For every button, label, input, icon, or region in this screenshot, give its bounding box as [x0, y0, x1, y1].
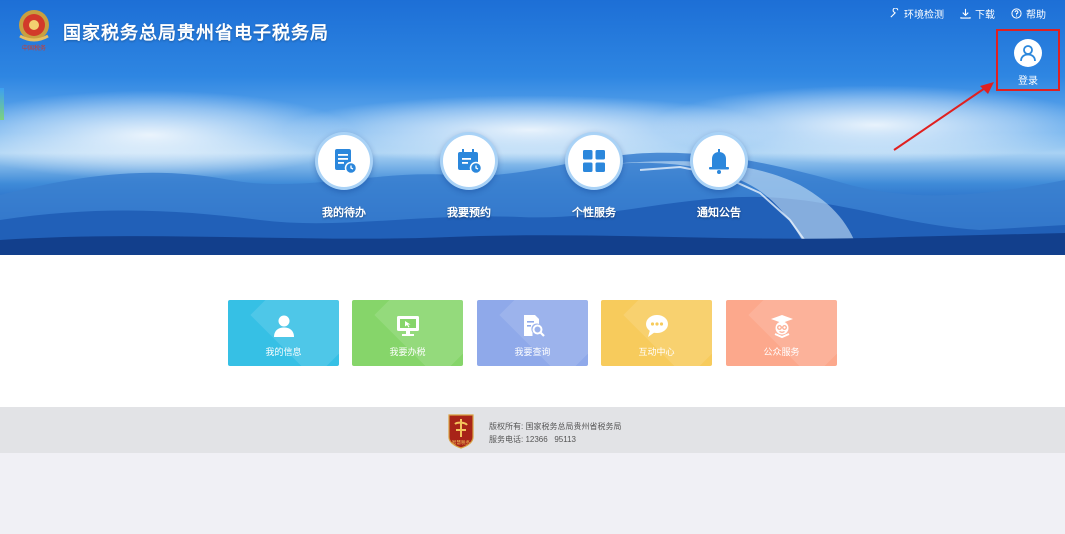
tile-label: 互动中心 — [638, 347, 675, 357]
svg-text:中国税务: 中国税务 — [22, 44, 46, 52]
graduate-icon — [770, 315, 793, 339]
tile-query[interactable]: 我要查询 — [477, 300, 588, 366]
quick-nav: 我的待办 我要预约 个性服务 通知公告 — [0, 132, 1065, 222]
tile-my-info[interactable]: 我的信息 — [228, 300, 339, 366]
service-phone-text: 服务电话: 12366 95113 — [489, 435, 577, 444]
quick-nav-label: 我要预约 — [447, 207, 491, 219]
user-avatar-icon — [1014, 39, 1042, 67]
copyright-text: 版权所有: 国家税务总局贵州省税务局 — [489, 422, 622, 431]
download-icon — [960, 8, 971, 19]
env-check-link[interactable]: 环境检测 — [889, 6, 944, 21]
chat-icon — [645, 315, 668, 337]
login-button[interactable]: 登录 — [996, 29, 1060, 91]
tile-label: 公众服务 — [763, 347, 800, 357]
tile-interaction[interactable]: 互动中心 — [601, 300, 712, 366]
quick-nav-notice[interactable]: 通知公告 — [674, 132, 764, 220]
footer: 智慧税务 版权所有: 国家税务总局贵州省税务局 服务电话: 12366 9511… — [0, 407, 1065, 453]
svg-text:智慧税务: 智慧税务 — [452, 439, 470, 446]
grid-icon — [583, 150, 605, 172]
env-check-label: 环境检测 — [904, 10, 944, 21]
quick-nav-label: 我的待办 — [322, 207, 366, 219]
bell-icon — [709, 149, 729, 174]
wrench-icon — [890, 8, 899, 18]
quick-nav-my-todo[interactable]: 我的待办 — [299, 132, 389, 220]
tile-public-service[interactable]: 公众服务 — [726, 300, 837, 366]
person-icon — [273, 315, 294, 337]
monitor-icon — [396, 316, 419, 336]
help-label: 帮助 — [1026, 10, 1046, 21]
smart-tax-badge-logo: 智慧税务 — [447, 413, 475, 449]
top-links: 环境检测 下载 帮助 — [889, 6, 1046, 21]
tile-label: 我要办税 — [389, 347, 426, 357]
todo-list-icon — [335, 149, 358, 175]
main-service-area: 我的信息 我要办税 我要查询 互动中心 公众服务 — [0, 255, 1065, 407]
calendar-clock-icon — [458, 149, 483, 175]
site-title: 国家税务总局贵州省电子税务局 — [63, 23, 329, 43]
page-bottom-area — [0, 453, 1065, 534]
help-icon — [1011, 8, 1022, 19]
tile-label: 我的信息 — [265, 347, 302, 357]
login-label: 登录 — [1018, 76, 1038, 87]
download-label: 下载 — [975, 10, 995, 21]
header-banner: 中国税务 国家税务总局贵州省电子税务局 环境检测 下载 帮助 登录 我的待办 我… — [0, 0, 1065, 255]
tile-tax-handling[interactable]: 我要办税 — [352, 300, 463, 366]
document-search-icon — [523, 315, 545, 337]
quick-nav-label: 通知公告 — [697, 207, 741, 219]
help-link[interactable]: 帮助 — [1011, 6, 1046, 21]
footer-info: 版权所有: 国家税务总局贵州省税务局 服务电话: 12366 95113 — [489, 420, 621, 446]
tax-emblem-logo: 中国税务 — [14, 8, 54, 52]
tile-label: 我要查询 — [514, 347, 551, 357]
quick-nav-label: 个性服务 — [572, 207, 616, 219]
quick-nav-appointment[interactable]: 我要预约 — [424, 132, 514, 220]
side-indicator-bar — [0, 88, 4, 120]
quick-nav-personal-service[interactable]: 个性服务 — [549, 132, 639, 220]
download-link[interactable]: 下载 — [960, 6, 995, 21]
